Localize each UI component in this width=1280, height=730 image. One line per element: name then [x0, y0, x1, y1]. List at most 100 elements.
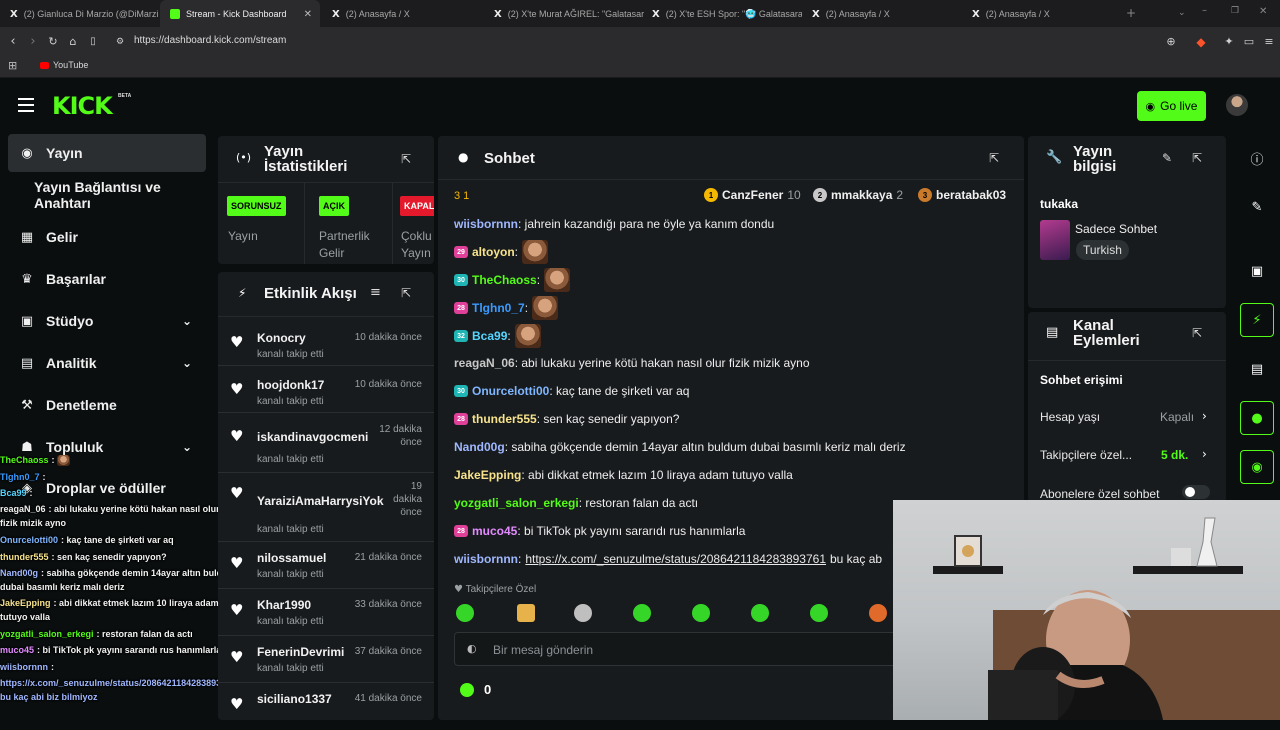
channel-points[interactable]: 0	[460, 682, 491, 697]
tab-list-icon[interactable]: ⌄	[1178, 8, 1186, 18]
reload-icon[interactable]: ↻	[44, 33, 62, 51]
top-gifter[interactable]: 1 CanzFener 10	[704, 188, 801, 202]
revenue-icon: ▦	[20, 229, 34, 245]
emote-icon[interactable]	[810, 604, 828, 622]
chat-message: 28 thunder555: sen kaç senedir yapıyon?	[454, 412, 679, 426]
kick-favicon-icon	[170, 9, 180, 19]
sidebar-item-denetleme[interactable]: ⚒ Denetleme	[8, 386, 206, 424]
apps-grid-icon[interactable]: ⊞	[8, 59, 17, 72]
info-icon[interactable]: ⓘ	[1240, 141, 1274, 175]
dashboard-icon[interactable]: ▣	[1240, 254, 1274, 288]
emote-icon[interactable]	[751, 604, 769, 622]
activity-item: ♥ iskandinavgocmeni kanalı takip etti 12…	[218, 413, 434, 473]
browser-tab[interactable]: X (2) Anasayfa / X	[322, 0, 482, 28]
studio-icon: ▣	[20, 313, 34, 329]
new-tab-icon[interactable]: +	[1126, 6, 1136, 20]
user-avatar[interactable]	[1226, 94, 1248, 116]
lightning-icon[interactable]: ⚡	[1240, 303, 1274, 337]
filter-icon[interactable]: ≡	[370, 285, 381, 300]
popout-icon[interactable]: ⇱	[1192, 151, 1202, 165]
chat-message: reagaN_06: abi lukaku yerine kötü hakan …	[454, 356, 810, 370]
bookmark-icon[interactable]: ▯	[84, 33, 102, 51]
top-gifter[interactable]: 3 beratabak03	[918, 188, 1018, 202]
chat-bubble-icon[interactable]: ●	[1240, 401, 1274, 435]
document-icon[interactable]: ▤	[1240, 352, 1274, 386]
activity-item: ♥ siciliano1337 41 dakika önce	[230, 692, 422, 713]
followers-only-setting[interactable]: Takipçilere özel... 5 dk. ›	[1040, 447, 1220, 462]
moderation-icon: ⚒	[21, 397, 33, 413]
trophy-icon: ♛	[21, 271, 33, 287]
overlay-chat-line: reagaN_06: abi lukaku yerine kötü hakan …	[0, 504, 220, 529]
sidebar-item-yayin[interactable]: ◉ Yayın	[8, 134, 206, 172]
subscribers-only-toggle[interactable]	[1182, 485, 1210, 499]
close-tab-icon[interactable]: ✕	[304, 9, 312, 20]
close-window-icon[interactable]: ✕	[1259, 6, 1267, 17]
chat-message: 28 Tlghn0_7:	[454, 296, 559, 320]
wallet-icon[interactable]: ▭	[1240, 33, 1258, 51]
emote-icon[interactable]	[574, 604, 592, 622]
sidebar-item-basarilar[interactable]: ♛ Başarılar	[8, 260, 206, 298]
browser-tab[interactable]: X (2) Anasayfa / X	[802, 0, 962, 28]
browser-tab[interactable]: X (2) X'te Murat AĞIREL: "Galatasaray	[484, 0, 644, 28]
browser-tab-active[interactable]: Stream - Kick Dashboard ✕	[160, 0, 320, 28]
home-icon[interactable]: ⌂	[64, 33, 82, 51]
hamburger-menu-icon[interactable]	[18, 98, 34, 112]
chat-link[interactable]: https://x.com/_senuzulme/status/20864211…	[525, 552, 826, 566]
activity-item: ♥ hoojdonk17 kanalı takip etti 10 dakika…	[218, 366, 434, 413]
category-name[interactable]: Sadece Sohbet	[1075, 222, 1157, 236]
sidebar-item-gelir[interactable]: ▦ Gelir	[8, 218, 206, 256]
edit-pencil-icon[interactable]: ✎	[1162, 151, 1172, 165]
stat-label: Partnerlik Gelir	[319, 229, 370, 260]
minimize-icon[interactable]: –	[1202, 5, 1207, 16]
x-logo-icon: X	[332, 8, 340, 20]
forward-icon[interactable]: ›	[24, 33, 42, 51]
brave-shield-icon[interactable]: ◆	[1192, 33, 1210, 51]
chat-message: 30 Onurcelotti00: kaç tane de şirketi var…	[454, 384, 689, 398]
chat-message: 28 muco45: bi TikTok pk yayını sararıdı r…	[454, 524, 745, 538]
stream-stats-panel: (•) Yayın İstatistikleri ⇱ SORUNSUZ Yayı…	[218, 136, 434, 264]
broadcast-icon[interactable]: ◉	[1240, 450, 1274, 484]
emote-icon[interactable]	[869, 604, 887, 622]
emote-icon[interactable]	[517, 604, 535, 622]
overlay-chat-line: Nand00g: sabiha gökçende demin 14ayar al…	[0, 567, 236, 592]
overlay-chat-line: TheChaoss:	[0, 452, 238, 469]
popout-icon[interactable]: ⇱	[401, 286, 411, 300]
emote-icon[interactable]	[456, 604, 474, 622]
emote-icon[interactable]	[633, 604, 651, 622]
overlay-chat-line: yozgatli_salon_erkegi: restoran falan da…	[0, 628, 193, 639]
emote-icon	[532, 296, 559, 320]
lightning-icon: ⚡	[238, 286, 247, 300]
back-icon[interactable]: ‹	[4, 33, 22, 51]
go-live-button[interactable]: ◉ Go live	[1137, 91, 1206, 121]
url-field[interactable]: https://dashboard.kick.com/stream	[134, 35, 286, 46]
zoom-icon[interactable]: ⊕	[1162, 33, 1180, 51]
browser-tab[interactable]: X (2) Gianluca Di Marzio (@DiMarzio)	[0, 0, 158, 28]
extensions-icon[interactable]: ✦	[1220, 33, 1238, 51]
edit-pencil-icon[interactable]: ✎	[1240, 190, 1274, 224]
heart-icon: ♥	[230, 554, 244, 572]
menu-icon[interactable]: ≡	[1260, 33, 1278, 51]
account-age-setting[interactable]: Hesap yaşı Kapalı ›	[1040, 409, 1220, 424]
broadcast-icon: ◉	[1145, 99, 1156, 113]
sidebar-item-stream-key[interactable]: Yayın Bağlantısı ve Anahtarı	[8, 176, 206, 214]
kick-logo[interactable]: KICK	[52, 92, 113, 120]
followers-only-label: ♥ Takipçilere Özel	[454, 584, 537, 595]
subscribers-only-setting[interactable]: Abonelere özel sohbet	[1040, 485, 1220, 501]
emote-icon[interactable]	[692, 604, 710, 622]
maximize-icon[interactable]: ❐	[1231, 6, 1239, 16]
sidebar-item-analitik[interactable]: ▤ Analitik ⌄	[8, 344, 206, 382]
sidebar-item-studyo[interactable]: ▣ Stüdyo ⌄	[8, 302, 206, 340]
heart-icon: ♥	[454, 584, 463, 595]
browser-tab[interactable]: X (2) Anasayfa / X	[962, 0, 1122, 28]
heart-icon: ♥	[230, 333, 244, 351]
bookmark-youtube[interactable]: YouTube	[40, 60, 88, 70]
top-gifter[interactable]: 2 mmakkaya 2	[813, 188, 903, 202]
popout-icon[interactable]: ⇱	[989, 151, 999, 165]
site-info-icon[interactable]: ⚙	[111, 33, 129, 51]
popout-icon[interactable]: ⇱	[1192, 326, 1202, 340]
panel-title: Kanal Eylemleri	[1073, 317, 1140, 349]
sub-badge: 32	[454, 330, 468, 342]
browser-tab[interactable]: X (2) X'te ESH Spor: "🥶 Galatasaray	[642, 0, 802, 28]
chevron-right-icon: ›	[1202, 409, 1207, 423]
popout-icon[interactable]: ⇱	[401, 152, 411, 166]
